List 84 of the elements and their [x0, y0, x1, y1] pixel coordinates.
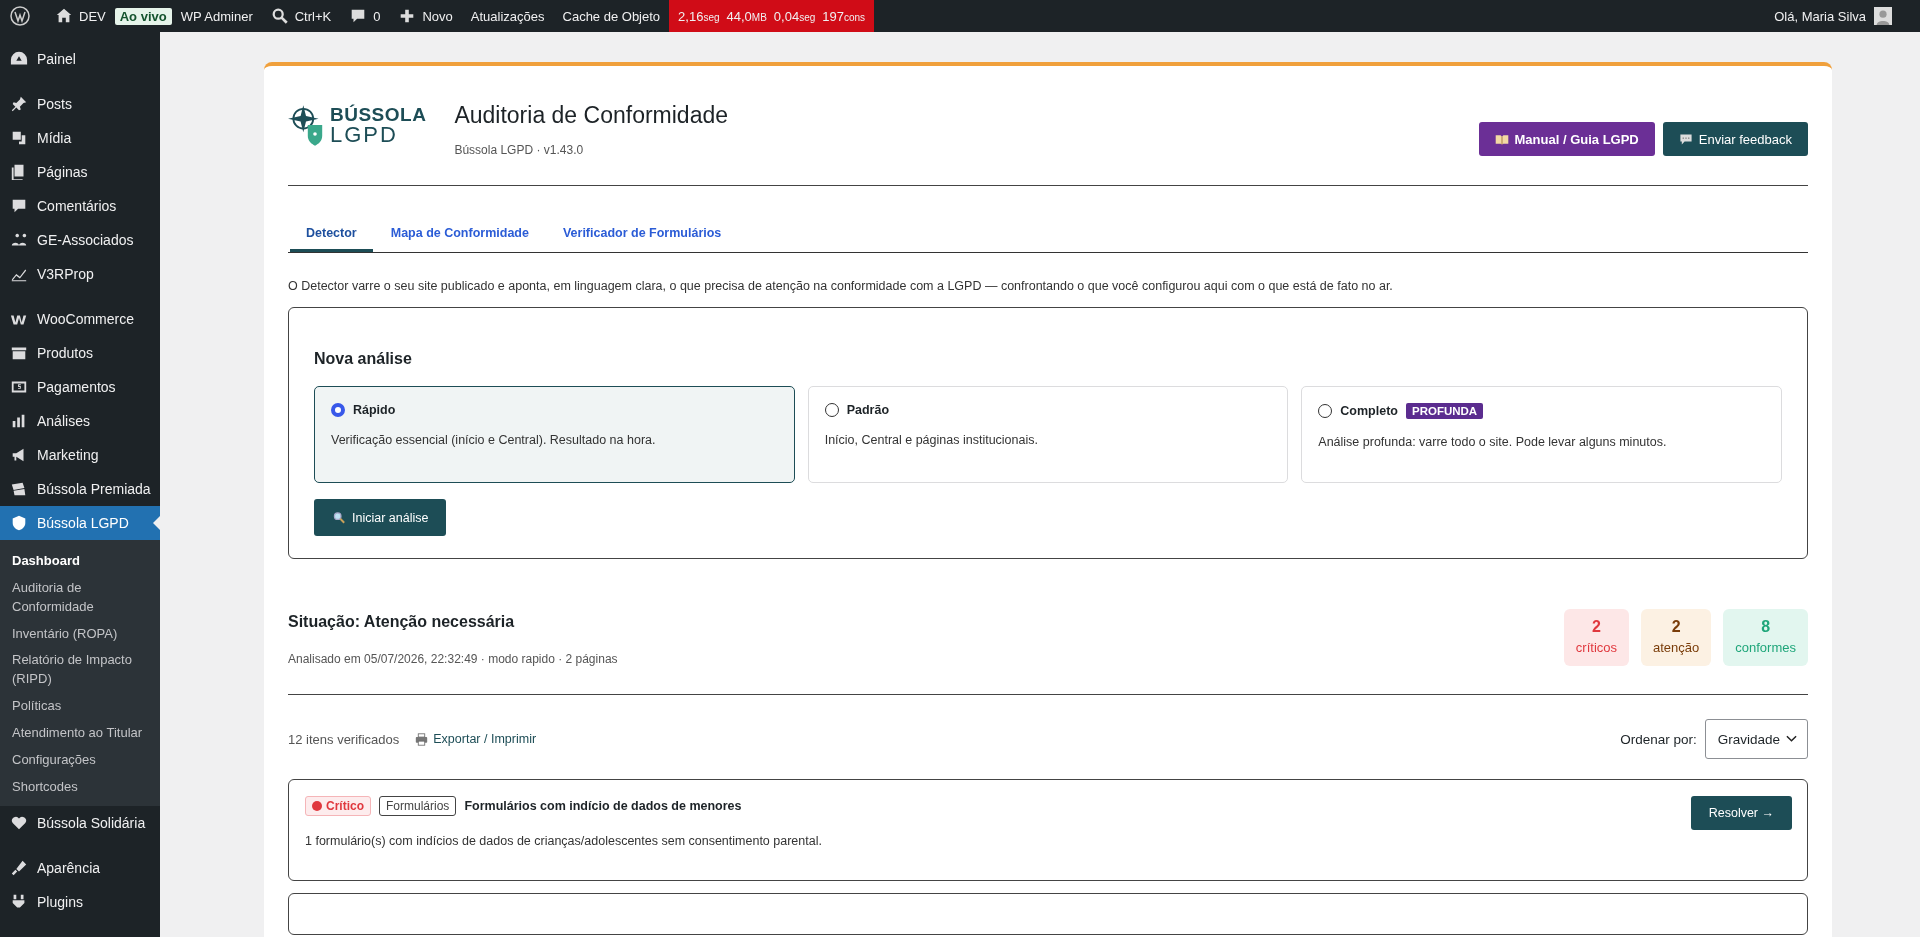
sidebar-menu-item[interactable]: Bússola Premiada — [0, 472, 160, 506]
items-count-text: 12 itens verificados — [288, 731, 400, 747]
sidebar-menu-item[interactable]: Posts — [0, 87, 160, 121]
depth-badge: PROFUNDA — [1405, 403, 1484, 419]
user-greeting[interactable]: Olá, Maria Silva — [1774, 8, 1866, 24]
sort-label: Ordenar por: — [1620, 731, 1697, 747]
section-heading: Nova análise — [314, 350, 413, 368]
speech-bubble-icon — [1678, 132, 1693, 146]
wordpress-logo-icon[interactable] — [10, 6, 30, 26]
sidebar-menu-item[interactable]: Produtos — [0, 336, 160, 370]
count-value: 8 — [1761, 618, 1771, 636]
tab[interactable]: Detector — [290, 216, 373, 252]
sidebar-menu-item[interactable]: Painel — [0, 42, 160, 76]
sidebar-menu-item[interactable]: V3RProp — [0, 257, 160, 291]
new-link[interactable]: Novo — [422, 8, 453, 24]
count-value: 2 — [1671, 618, 1681, 636]
search-icon[interactable] — [270, 7, 289, 25]
book-icon — [1494, 132, 1509, 146]
sidebar-submenu-item[interactable]: Configurações — [0, 746, 160, 774]
resolve-button[interactable]: Resolver → — [1690, 796, 1792, 830]
feedback-button[interactable]: Enviar feedback — [1662, 122, 1808, 156]
logo-subtitle: LGPD — [330, 123, 399, 146]
site-name-link[interactable]: DEV — [79, 8, 106, 24]
sidebar-menu-item[interactable]: Plugins — [0, 885, 160, 920]
comment-count[interactable]: 0 — [373, 8, 381, 24]
menu-icon — [10, 480, 28, 498]
printer-icon — [415, 732, 429, 746]
adminer-link[interactable]: WP Adminer — [171, 8, 262, 24]
sidebar-menu-item[interactable]: Análises — [0, 404, 160, 438]
sidebar-submenu-item[interactable]: Políticas — [0, 693, 160, 720]
sidebar-menu-item[interactable]: Bússola LGPD — [0, 506, 160, 540]
logo-wordmark: BÚSSOLA — [330, 104, 427, 124]
sidebar-menu-item[interactable]: Comentários — [0, 189, 160, 223]
radio-button[interactable] — [824, 403, 839, 417]
status-heading: Situação: Atenção necessária — [288, 613, 516, 631]
sidebar-menu-item[interactable]: Páginas — [0, 155, 160, 189]
live-badge: Ao vivo — [114, 7, 172, 25]
menu-icon — [10, 95, 28, 113]
count-value: 2 — [1592, 618, 1601, 636]
sidebar-submenu-item[interactable]: Shortcodes — [0, 773, 160, 801]
count-label: conformes — [1735, 640, 1796, 655]
category-tag: Formulários — [379, 796, 457, 816]
sidebar-menu-item[interactable]: Aparência — [0, 851, 160, 886]
analysis-meta-text: Analisado em 05/07/2026, 22:32:49 · modo rapido · 2 páginas — [288, 652, 618, 666]
version-text: Bússola LGPD · v1.43.0 — [454, 143, 585, 157]
sidebar-submenu-item[interactable]: Inventário (ROPA) — [0, 620, 160, 648]
sidebar-submenu-item[interactable]: Relatório de Impacto (RIPD) — [0, 647, 160, 694]
sidebar-submenu-item[interactable]: Auditoria de Conformidade — [0, 574, 160, 621]
sidebar-menu-item[interactable]: Marketing — [0, 438, 160, 472]
sidebar-submenu-item[interactable]: Atendimento ao Titular — [0, 719, 160, 747]
count-label: atenção — [1653, 640, 1700, 655]
export-link[interactable]: Exportar / Imprimir — [415, 732, 537, 746]
radio-button[interactable] — [1318, 404, 1333, 418]
chevron-down-icon — [1786, 735, 1797, 743]
magnifier-icon — [332, 511, 346, 524]
menu-icon — [10, 859, 28, 878]
sidebar-menu-item[interactable]: WooCommerce — [0, 302, 160, 336]
intro-text: O Detector varre o seu site publicado e aponta, em linguagem clara, o que precisa de atenção na conformidade com a LGPD — confrontando o que você configurou aqui com o que está de fato no ar. — [288, 279, 1394, 293]
sidebar-menu-item[interactable]: Bússola Solidária — [0, 806, 160, 841]
performance-stats[interactable]: 2,16seg 44,0MB 0,04seg 197cons — [669, 0, 875, 32]
issue-description: 1 formulário(s) com indícios de dados de crianças/adolescentes sem consentimento parental. — [305, 834, 823, 848]
start-analysis-button[interactable]: Iniciar análise — [314, 499, 447, 536]
object-cache-link[interactable]: Cache de Objeto — [553, 8, 670, 24]
menu-icon — [10, 129, 28, 147]
sidebar-submenu-item[interactable]: Dashboard — [0, 548, 160, 575]
radio-button[interactable] — [331, 403, 345, 417]
severity-badge: Crítico — [305, 796, 371, 816]
count-label: críticos — [1575, 640, 1618, 655]
home-icon[interactable] — [55, 7, 73, 25]
scan-mode-option[interactable]: Completo PROFUNDA Análise profunda: varre todo o site. Pode levar alguns minutos. — [1301, 386, 1782, 483]
scan-mode-option[interactable]: Padrão Início, Central e páginas institucionais. — [807, 386, 1289, 483]
tab[interactable]: Verificador de Formulários — [546, 216, 738, 252]
manual-button[interactable]: Manual / Guia LGPD — [1478, 122, 1655, 156]
sidebar-menu-item[interactable]: Mídia — [0, 121, 160, 155]
page-title: Auditoria de Conformidade — [454, 102, 728, 129]
search-shortcut-link[interactable]: Ctrl+K — [294, 8, 332, 24]
menu-icon — [10, 514, 28, 532]
scan-mode-option[interactable]: Rápido Verificação essencial (início e Central). Resultado na hora. — [314, 386, 795, 483]
sidebar-menu-item[interactable]: GE-Associados — [0, 223, 160, 257]
updates-link[interactable]: Atualizações — [461, 8, 554, 24]
sort-select[interactable]: Gravidade — [1704, 719, 1808, 759]
sidebar-menu-item[interactable]: Pagamentos — [0, 370, 160, 404]
issue-title: Formulários com indício de dados de menores — [464, 799, 742, 813]
tab[interactable]: Mapa de Conformidade — [374, 216, 545, 252]
